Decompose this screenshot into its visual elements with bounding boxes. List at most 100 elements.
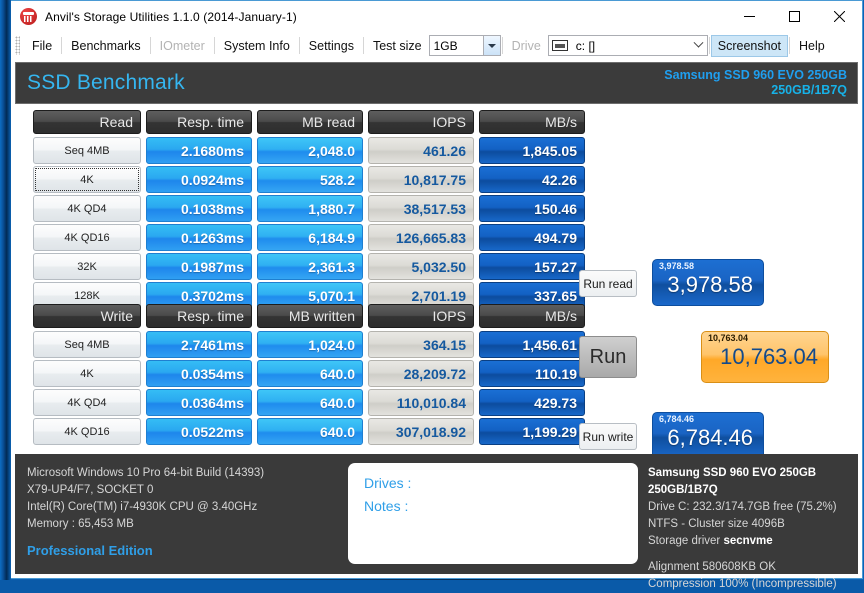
read-score-box: 3,978.58 3,978.58 (652, 259, 764, 306)
drive-value: c: [] (572, 39, 599, 53)
drive-model-line1: Samsung SSD 960 EVO 250GB (664, 68, 847, 83)
table-row: 4K QD4 0.0364ms 640.0 110,010.84 429.73 (33, 389, 585, 416)
menu-item-file[interactable]: File (24, 36, 60, 56)
write-mb-value: 640.0 (257, 360, 363, 387)
screenshot-button[interactable]: Screenshot (711, 35, 788, 57)
menu-item-settings[interactable]: Settings (301, 36, 362, 56)
write-row-button[interactable]: 4K QD16 (33, 418, 141, 445)
write-mbs-value: 429.73 (479, 389, 585, 416)
write-resp-value: 2.7461ms (146, 331, 252, 358)
table-row: 4K QD16 0.0522ms 640.0 307,018.92 1,199.… (33, 418, 585, 445)
drive-select[interactable]: c: [] (548, 35, 708, 56)
write-results-table: Write Resp. time MB written IOPS MB/s Se… (33, 304, 585, 447)
write-col-mbs: MB/s (479, 304, 585, 328)
menu-item-benchmarks[interactable]: Benchmarks (63, 36, 148, 56)
read-mbs-value: 150.46 (479, 195, 585, 222)
bottom-info-panel: Microsoft Windows 10 Pro 64-bit Build (1… (15, 454, 858, 574)
menu-item-help[interactable]: Help (791, 36, 833, 56)
title-bar: Anvil's Storage Utilities 1.1.0 (2014-Ja… (11, 0, 863, 32)
write-iops-value: 307,018.92 (368, 418, 474, 445)
os-line: Microsoft Windows 10 Pro 64-bit Build (1… (27, 465, 327, 482)
read-iops-value: 5,032.50 (368, 253, 474, 280)
menu-separator (214, 37, 215, 54)
drive-model-banner: Samsung SSD 960 EVO 250GB 250GB/1B7Q (664, 68, 847, 98)
read-mbs-value: 42.26 (479, 166, 585, 193)
drives-label: Drives : (364, 472, 638, 495)
cpu-line: Intel(R) Core(TM) i7-4930K CPU @ 3.40GHz (27, 499, 327, 516)
read-resp-value: 0.1263ms (146, 224, 252, 251)
read-resp-value: 0.1987ms (146, 253, 252, 280)
table-row: 4K 0.0924ms 528.2 10,817.75 42.26 (33, 166, 585, 193)
edition-label: Professional Edition (27, 542, 327, 559)
write-resp-value: 0.0354ms (146, 360, 252, 387)
close-icon[interactable] (817, 1, 862, 33)
read-col-mb: MB read (257, 110, 363, 134)
read-row-button[interactable]: 4K QD16 (33, 224, 141, 251)
write-col-resp: Resp. time (146, 304, 252, 328)
read-mb-value: 1,880.7 (257, 195, 363, 222)
write-resp-value: 0.0522ms (146, 418, 252, 445)
drive-info-driver-value: secnvme (723, 535, 772, 547)
window-controls (727, 1, 862, 33)
table-row: 4K 0.0354ms 640.0 28,209.72 110.19 (33, 360, 585, 387)
read-row-button[interactable]: 4K (33, 166, 141, 193)
read-row-button[interactable]: 4K QD4 (33, 195, 141, 222)
write-row-button[interactable]: Seq 4MB (33, 331, 141, 358)
spacer (648, 550, 852, 559)
read-resp-value: 0.0924ms (146, 166, 252, 193)
write-row-button[interactable]: 4K QD4 (33, 389, 141, 416)
drive-info-alignment: Alignment 580608KB OK (648, 559, 852, 576)
window-title: Anvil's Storage Utilities 1.1.0 (2014-Ja… (45, 10, 297, 24)
menu-separator (789, 37, 790, 54)
run-write-button[interactable]: Run write (579, 423, 637, 450)
write-table-header: Write Resp. time MB written IOPS MB/s (33, 304, 585, 328)
read-results-table: Read Resp. time MB read IOPS MB/s Seq 4M… (33, 110, 585, 311)
write-col-mb: MB written (257, 304, 363, 328)
write-col-name: Write (33, 304, 141, 328)
notes-label: Notes : (364, 495, 638, 518)
read-col-resp: Resp. time (146, 110, 252, 134)
write-mbs-value: 1,199.29 (479, 418, 585, 445)
write-mb-value: 640.0 (257, 389, 363, 416)
read-col-iops: IOPS (368, 110, 474, 134)
read-mb-value: 528.2 (257, 166, 363, 193)
drive-info-block: Samsung SSD 960 EVO 250GB 250GB/1B7Q Dri… (648, 465, 852, 593)
benchmark-header: SSD Benchmark Samsung SSD 960 EVO 250GB … (15, 62, 858, 104)
write-row-button[interactable]: 4K (33, 360, 141, 387)
table-row: 4K QD16 0.1263ms 6,184.9 126,665.83 494.… (33, 224, 585, 251)
read-row-button[interactable]: Seq 4MB (33, 137, 141, 164)
read-mb-value: 2,048.0 (257, 137, 363, 164)
drive-model-line2: 250GB/1B7Q (664, 83, 847, 98)
read-iops-value: 38,517.53 (368, 195, 474, 222)
drive-info-capacity: Drive C: 232.3/174.7GB free (75.2%) (648, 499, 852, 516)
write-resp-value: 0.0364ms (146, 389, 252, 416)
board-line: X79-UP4/F7, SOCKET 0 (27, 482, 327, 499)
minimize-icon[interactable] (727, 1, 772, 33)
toolbar-grip[interactable] (15, 36, 20, 55)
table-row: Seq 4MB 2.1680ms 2,048.0 461.26 1,845.05 (33, 137, 585, 164)
menu-item-iometer: IOmeter (152, 36, 213, 56)
run-read-button[interactable]: Run read (579, 270, 637, 297)
maximize-icon[interactable] (772, 1, 817, 33)
read-row-button[interactable]: 32K (33, 253, 141, 280)
chevron-down-icon[interactable] (483, 36, 500, 55)
read-mb-value: 6,184.9 (257, 224, 363, 251)
read-mb-value: 2,361.3 (257, 253, 363, 280)
read-resp-value: 0.1038ms (146, 195, 252, 222)
menu-separator (363, 37, 364, 54)
chevron-down-icon[interactable] (690, 36, 707, 55)
drive-info-name: Samsung SSD 960 EVO 250GB 250GB/1B7Q (648, 465, 852, 499)
system-info-block: Microsoft Windows 10 Pro 64-bit Build (1… (27, 465, 327, 559)
table-row: Seq 4MB 2.7461ms 1,024.0 364.15 1,456.61 (33, 331, 585, 358)
read-col-name: Read (33, 110, 141, 134)
table-row: 32K 0.1987ms 2,361.3 5,032.50 157.27 (33, 253, 585, 280)
menu-item-system-info[interactable]: System Info (216, 36, 298, 56)
application-body: SSD Benchmark Samsung SSD 960 EVO 250GB … (11, 59, 863, 579)
drive-info-compression: Compression 100% (Incompressible) (648, 576, 852, 593)
test-size-select[interactable]: 1GB (429, 35, 501, 56)
menu-bar: File Benchmarks IOmeter System Info Sett… (11, 32, 863, 59)
drive-icon (552, 40, 568, 51)
run-button[interactable]: Run (579, 336, 637, 378)
notes-panel[interactable]: Drives : Notes : (348, 463, 638, 564)
read-mbs-value: 1,845.05 (479, 137, 585, 164)
